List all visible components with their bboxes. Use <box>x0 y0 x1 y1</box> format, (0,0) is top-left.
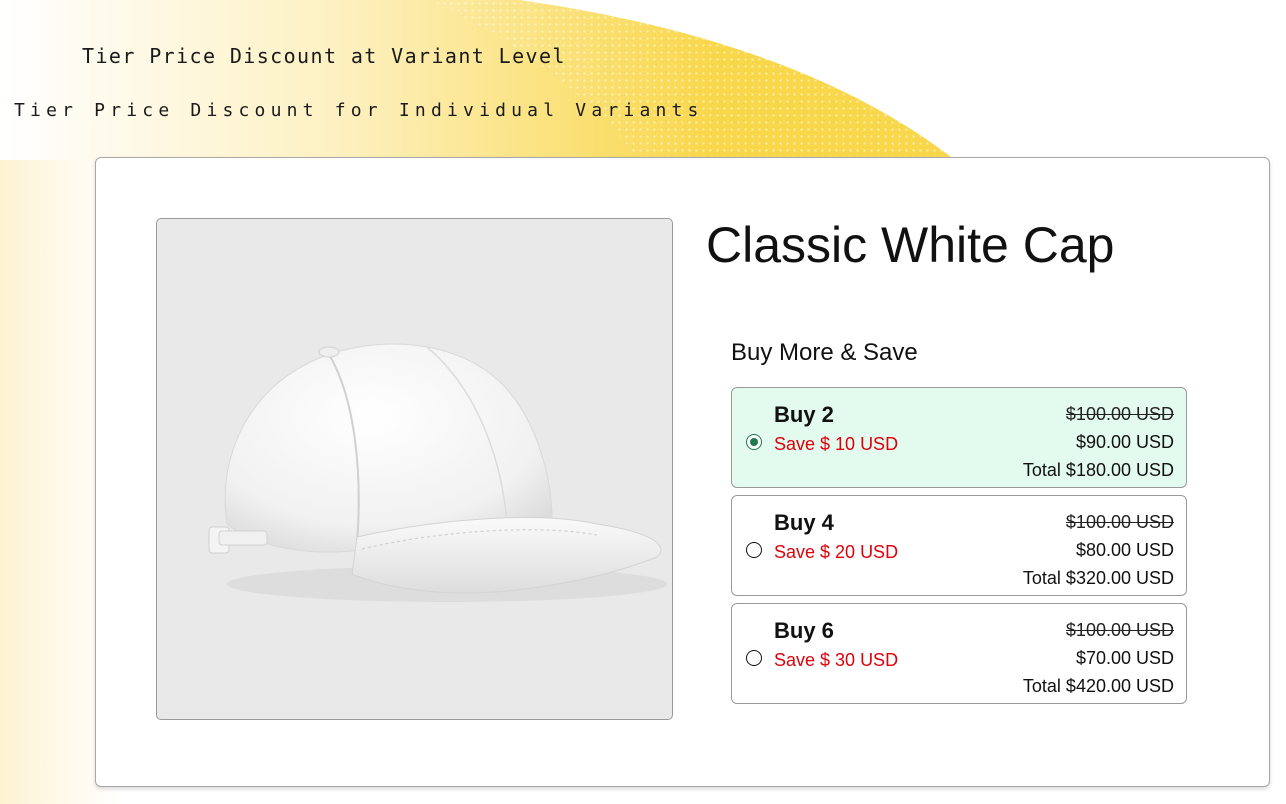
radio-button-checked[interactable] <box>746 434 762 450</box>
tier-option-buy-4[interactable]: Buy 4 Save $ 20 USD $100.00 USD $80.00 U… <box>731 495 1187 596</box>
tier-savings-text: Save $ 30 USD <box>774 650 899 670</box>
product-title: Classic White Cap <box>706 217 1115 273</box>
tier-unit-price: $90.00 USD <box>1075 432 1174 452</box>
tier-unit-price: $70.00 USD <box>1075 648 1174 668</box>
tier-price-column: $100.00 USD $90.00 USD Total $180.00 USD <box>1023 400 1174 484</box>
headline-primary: Tier Price Discount at Variant Level <box>82 44 566 68</box>
tier-original-price: $100.00 USD <box>1065 512 1174 532</box>
product-card: Classic White Cap Buy More & Save Buy 2 … <box>95 157 1270 787</box>
headline-secondary: Tier Price Discount for Individual Varia… <box>14 100 704 121</box>
radio-button[interactable] <box>746 650 762 666</box>
tier-savings-text: Save $ 20 USD <box>774 542 899 562</box>
tier-total-price: Total $320.00 USD <box>1022 568 1174 588</box>
tier-unit-price: $80.00 USD <box>1075 540 1174 560</box>
tier-original-price: $100.00 USD <box>1065 620 1174 640</box>
tier-total-price: Total $420.00 USD <box>1022 676 1174 696</box>
tier-original-price: $100.00 USD <box>1065 404 1174 424</box>
tier-quantity-label: Buy 2 <box>774 402 834 427</box>
tier-quantity-label: Buy 6 <box>774 618 834 643</box>
white-baseball-cap-icon <box>208 343 667 602</box>
tier-price-column: $100.00 USD $70.00 USD Total $420.00 USD <box>1023 616 1174 700</box>
tier-quantity-label: Buy 4 <box>774 510 834 535</box>
radio-button[interactable] <box>746 542 762 558</box>
tier-price-column: $100.00 USD $80.00 USD Total $320.00 USD <box>1023 508 1174 592</box>
product-image <box>156 218 673 720</box>
tier-option-buy-2[interactable]: Buy 2 Save $ 10 USD $100.00 USD $90.00 U… <box>731 387 1187 488</box>
tier-savings-text: Save $ 10 USD <box>774 434 899 454</box>
tier-option-buy-6[interactable]: Buy 6 Save $ 30 USD $100.00 USD $70.00 U… <box>731 603 1187 704</box>
tier-total-price: Total $180.00 USD <box>1022 460 1174 480</box>
buy-more-save-label: Buy More & Save <box>731 339 918 366</box>
